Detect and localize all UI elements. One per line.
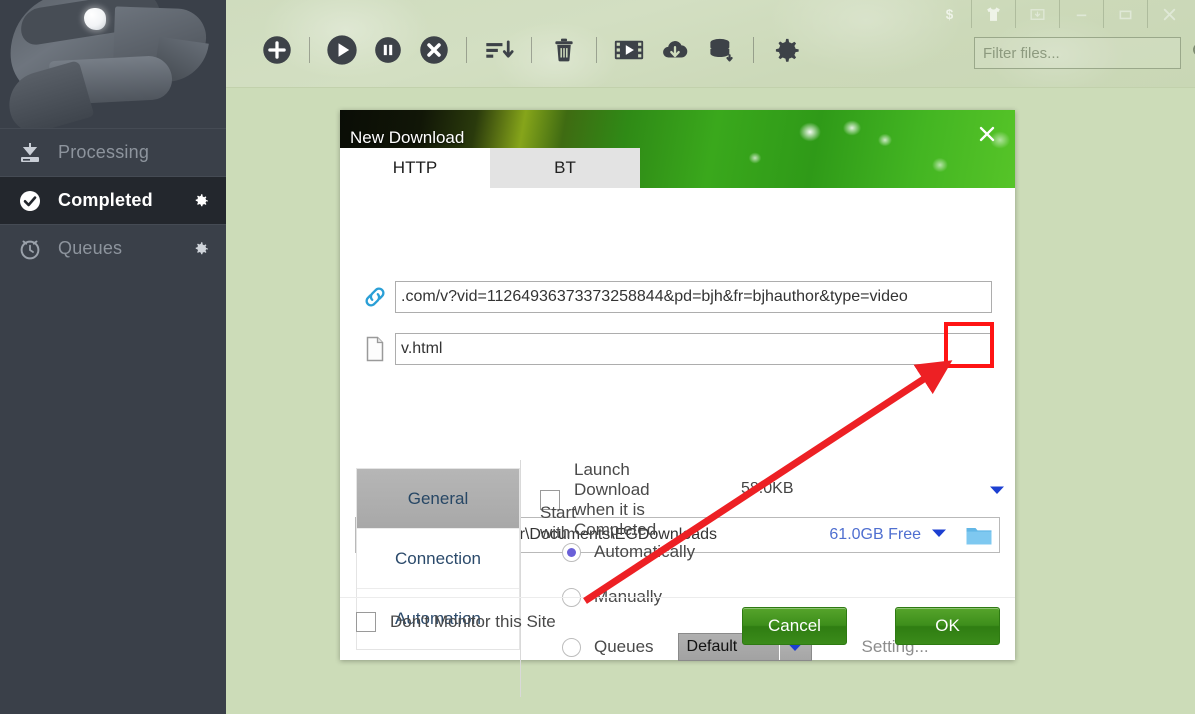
toolbar-separator	[531, 37, 532, 63]
sidebar: Processing Completed Queues	[0, 0, 226, 714]
maximize-icon	[1119, 10, 1132, 19]
add-download-button[interactable]	[254, 27, 300, 73]
sidebar-item-label: Processing	[58, 142, 150, 162]
pause-button[interactable]	[365, 27, 411, 73]
settings-button[interactable]	[763, 27, 809, 73]
toolbar-separator	[596, 37, 597, 63]
tab-bt[interactable]: BT	[490, 148, 640, 188]
database-button[interactable]	[698, 27, 744, 73]
filter-files-box[interactable]	[974, 37, 1195, 69]
url-field-row	[355, 281, 1000, 313]
dont-monitor-row: Don't Monitor this Site	[356, 612, 556, 632]
sidebar-item-completed[interactable]: Completed	[0, 176, 226, 224]
dont-monitor-checkbox[interactable]	[356, 612, 376, 632]
resume-button[interactable]	[319, 27, 365, 73]
gear-icon[interactable]	[192, 240, 210, 258]
radio-label: Automatically	[594, 542, 696, 561]
toolbar-buttons	[254, 27, 809, 73]
radio-row-automatically: Automatically	[562, 542, 695, 562]
dialog-body: 58.0KB C:\Users\Administrator\Documents\…	[340, 188, 1015, 697]
toolbar-separator	[466, 37, 467, 63]
minimize-button[interactable]	[1059, 0, 1103, 28]
dialog-close-button[interactable]	[973, 120, 1001, 148]
download-tray-icon	[18, 141, 42, 165]
filename-field-row	[355, 333, 1000, 365]
gear-icon	[775, 38, 799, 62]
tab-connection[interactable]: Connection	[357, 529, 519, 589]
toolbar-separator	[753, 37, 754, 63]
dialog-footer: Don't Monitor this Site Cancel OK	[340, 597, 1015, 660]
dollar-icon: $	[945, 6, 953, 21]
sidebar-item-processing[interactable]: Processing	[0, 128, 226, 176]
close-button[interactable]	[1147, 0, 1191, 28]
svg-text:$: $	[945, 6, 953, 21]
sort-button[interactable]	[476, 27, 522, 73]
content-area: $	[226, 0, 1195, 714]
magnifier-icon[interactable]	[1190, 40, 1195, 67]
caret-down-icon	[990, 486, 1004, 494]
close-x-icon	[1163, 8, 1176, 20]
plus-circle-icon	[263, 36, 291, 64]
pause-circle-icon	[375, 37, 401, 63]
ok-button[interactable]: OK	[895, 607, 1000, 645]
check-circle-icon	[18, 189, 42, 213]
gear-icon[interactable]	[192, 192, 210, 210]
sidebar-item-queues[interactable]: Queues	[0, 224, 226, 272]
window-controls: $	[927, 0, 1191, 28]
link-chain-icon	[355, 283, 395, 311]
clock-icon	[18, 237, 42, 261]
caret-down-icon	[932, 529, 946, 537]
path-dropdown-caret[interactable]	[931, 526, 947, 544]
launch-on-complete-label: Launch Download when it is Completed	[574, 460, 657, 539]
dont-monitor-label: Don't Monitor this Site	[390, 612, 556, 631]
new-download-dialog: New Download HTTP BT .com/v?vid=11264936…	[340, 110, 1015, 697]
play-circle-icon	[327, 35, 357, 65]
cancel-button[interactable]: Cancel	[742, 607, 847, 645]
maximize-button[interactable]	[1103, 0, 1147, 28]
skins-button[interactable]	[971, 0, 1015, 28]
delete-button[interactable]	[541, 27, 587, 73]
start-with-label: Start with	[540, 503, 576, 542]
folder-browse-button[interactable]	[959, 518, 999, 552]
application-window: Processing Completed Queues Filter files…	[0, 0, 1195, 714]
eagle-logo-icon	[1, 0, 209, 128]
film-play-icon	[614, 40, 644, 60]
dialog-header: New Download HTTP BT	[340, 110, 1015, 188]
trash-icon	[555, 38, 573, 62]
free-space-label: 61.0GB Free	[829, 526, 921, 543]
video-converter-button[interactable]	[606, 27, 652, 73]
tab-http[interactable]: HTTP	[340, 148, 490, 188]
size-expand-caret-icon[interactable]	[989, 483, 1005, 501]
cloud-download-icon	[663, 41, 688, 58]
database-download-icon	[710, 38, 733, 62]
radio-automatically[interactable]	[562, 542, 581, 562]
close-x-icon	[979, 126, 995, 142]
dialog-tabs: HTTP BT	[340, 148, 640, 188]
file-page-icon	[355, 335, 395, 363]
sidebar-item-label: Queues	[58, 238, 123, 258]
panel-divider	[520, 460, 521, 697]
app-logo	[0, 0, 226, 128]
stop-circle-icon	[420, 36, 448, 64]
stop-button[interactable]	[411, 27, 457, 73]
tab-general[interactable]: General	[357, 469, 519, 529]
dialog-title: New Download	[350, 128, 465, 147]
filename-input[interactable]	[395, 333, 992, 365]
tray-down-icon	[1030, 8, 1045, 20]
minimize-tray-button[interactable]	[1015, 0, 1059, 28]
file-size-label: 58.0KB	[741, 480, 794, 497]
sort-descending-icon	[486, 40, 514, 58]
search-input[interactable]	[975, 44, 1190, 62]
donate-button[interactable]: $	[927, 0, 971, 28]
tshirt-icon	[987, 6, 1000, 21]
url-input[interactable]	[395, 281, 992, 313]
cloud-download-button[interactable]	[652, 27, 698, 73]
sidebar-item-label: Completed	[58, 190, 153, 210]
folder-icon	[966, 528, 992, 545]
toolbar-separator	[309, 37, 310, 63]
minimize-icon	[1076, 14, 1087, 16]
